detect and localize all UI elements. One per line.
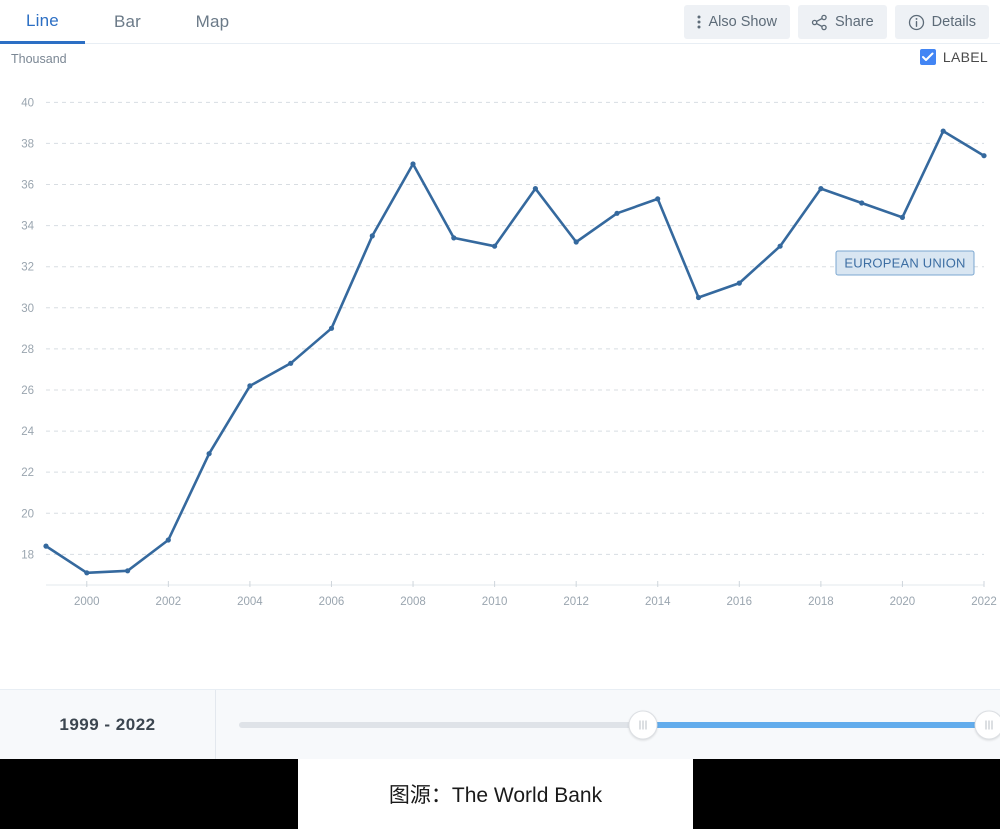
- series-data-point[interactable]: [206, 451, 212, 457]
- y-axis-tick-label: 32: [21, 262, 34, 274]
- share-label: Share: [834, 14, 874, 30]
- series-data-point[interactable]: [532, 186, 539, 192]
- series-data-point[interactable]: [859, 200, 865, 206]
- chart-meta-row: Thousand LABEL: [0, 44, 1000, 74]
- x-axis-tick-label: 2006: [319, 596, 345, 608]
- series-data-point[interactable]: [410, 161, 416, 167]
- line-chart: 18 20 22 24 26 28 30 32 34 36 38 40 2000 2002 2004 2006…: [0, 74, 1000, 689]
- source-caption: 图源：The World Bank: [298, 759, 693, 829]
- chart-type-tabs: Line Bar Map: [0, 0, 255, 44]
- time-range-display: 1999 - 2022: [0, 690, 216, 759]
- series-data-point[interactable]: [492, 243, 498, 249]
- series-data-point[interactable]: [614, 210, 620, 216]
- x-axis-tick-label: 2014: [645, 596, 671, 608]
- series-data-point[interactable]: [695, 294, 702, 301]
- also-show-label: Also Show: [708, 14, 777, 30]
- y-axis-tick-label: 26: [21, 385, 34, 397]
- x-axis-tick-label: 2010: [482, 596, 508, 608]
- series-data-point[interactable]: [451, 235, 457, 241]
- series-data-point[interactable]: [165, 537, 171, 543]
- share-icon: [811, 14, 828, 31]
- series-data-point[interactable]: [247, 383, 253, 389]
- series-data-point[interactable]: [655, 196, 661, 202]
- y-axis-tick-label: 24: [21, 426, 34, 438]
- share-button[interactable]: Share: [797, 5, 887, 39]
- y-axis-tick-label: 36: [21, 180, 34, 192]
- y-axis-tick-label: 18: [21, 549, 34, 561]
- tab-bar-label: Bar: [113, 12, 142, 31]
- series-data-point[interactable]: [573, 239, 579, 245]
- x-axis-tick-label: 2004: [237, 596, 263, 608]
- x-axis-tick-label: 2016: [727, 596, 753, 608]
- tab-map-label: Map: [195, 12, 230, 31]
- series-data-point[interactable]: [43, 543, 49, 549]
- series-data-point[interactable]: [369, 233, 375, 239]
- details-button[interactable]: Details: [894, 5, 989, 39]
- details-label: Details: [931, 14, 976, 30]
- time-range-slider[interactable]: [216, 690, 1000, 759]
- y-axis-tick-label: 34: [21, 221, 34, 233]
- y-axis-tick-label: 30: [21, 303, 34, 315]
- series-data-point[interactable]: [981, 153, 987, 159]
- series-data-point[interactable]: [899, 214, 906, 220]
- series-line[interactable]: [44, 129, 986, 575]
- x-axis-tick-label: 2002: [156, 596, 182, 608]
- toolbar-actions: Also Show Share Details: [684, 5, 989, 39]
- x-axis-tick-label: 2000: [74, 596, 100, 608]
- x-axis-tick-label: 2012: [563, 596, 589, 608]
- tab-map[interactable]: Map: [170, 0, 255, 44]
- time-range-text: 1999 - 2022: [59, 714, 156, 734]
- series-data-point[interactable]: [84, 570, 90, 576]
- slider-handle-end[interactable]: [974, 710, 1000, 739]
- y-axis-tick-label: 40: [21, 97, 34, 109]
- x-axis-tick-label: 2020: [890, 596, 916, 608]
- series-label-text: EUROPEAN UNION: [844, 256, 965, 271]
- also-show-button[interactable]: Also Show: [684, 5, 790, 39]
- y-axis-tick-label: 22: [21, 467, 34, 479]
- series-data-point[interactable]: [736, 280, 742, 286]
- y-axis-tick-label: 20: [21, 508, 34, 520]
- info-circle-icon: [908, 14, 925, 31]
- vertical-dots-icon: [697, 14, 701, 30]
- time-range-slider-bar: 1999 - 2022: [0, 689, 1000, 759]
- chart-canvas: 1820222426283032343638402000 2002 2004 2006…: [21, 97, 997, 608]
- y-axis-tick-label: 38: [21, 138, 34, 150]
- footer-right-bar: [693, 759, 1000, 829]
- chart-unit-label: Thousand: [11, 52, 67, 66]
- series-data-point[interactable]: [818, 186, 824, 192]
- series-label[interactable]: EUROPEAN UNION: [835, 250, 975, 276]
- slider-handle-start[interactable]: [628, 710, 658, 739]
- tab-bar[interactable]: Bar: [85, 0, 170, 44]
- label-toggle[interactable]: LABEL: [919, 49, 988, 65]
- series-data-point[interactable]: [125, 568, 131, 574]
- series-data-point[interactable]: [940, 128, 946, 134]
- label-toggle-text: LABEL: [942, 49, 988, 65]
- series-data-point[interactable]: [328, 325, 335, 331]
- top-toolbar: Line Bar Map Also Show Share Details: [0, 0, 1000, 44]
- tab-line[interactable]: Line: [0, 0, 85, 44]
- x-axis-tick-label: 2018: [808, 596, 834, 608]
- series-data-point[interactable]: [777, 243, 783, 249]
- series-data-point[interactable]: [288, 360, 294, 366]
- x-axis-tick-label: 2008: [400, 596, 426, 608]
- tab-line-label: Line: [26, 10, 59, 30]
- footer: 图源：The World Bank: [0, 759, 1000, 829]
- footer-left-bar: [0, 759, 298, 829]
- slider-track-active[interactable]: [643, 721, 998, 728]
- y-axis-tick-label: 28: [21, 344, 34, 356]
- x-axis-tick-label: 2022: [971, 596, 997, 608]
- label-checkbox[interactable]: [919, 49, 936, 65]
